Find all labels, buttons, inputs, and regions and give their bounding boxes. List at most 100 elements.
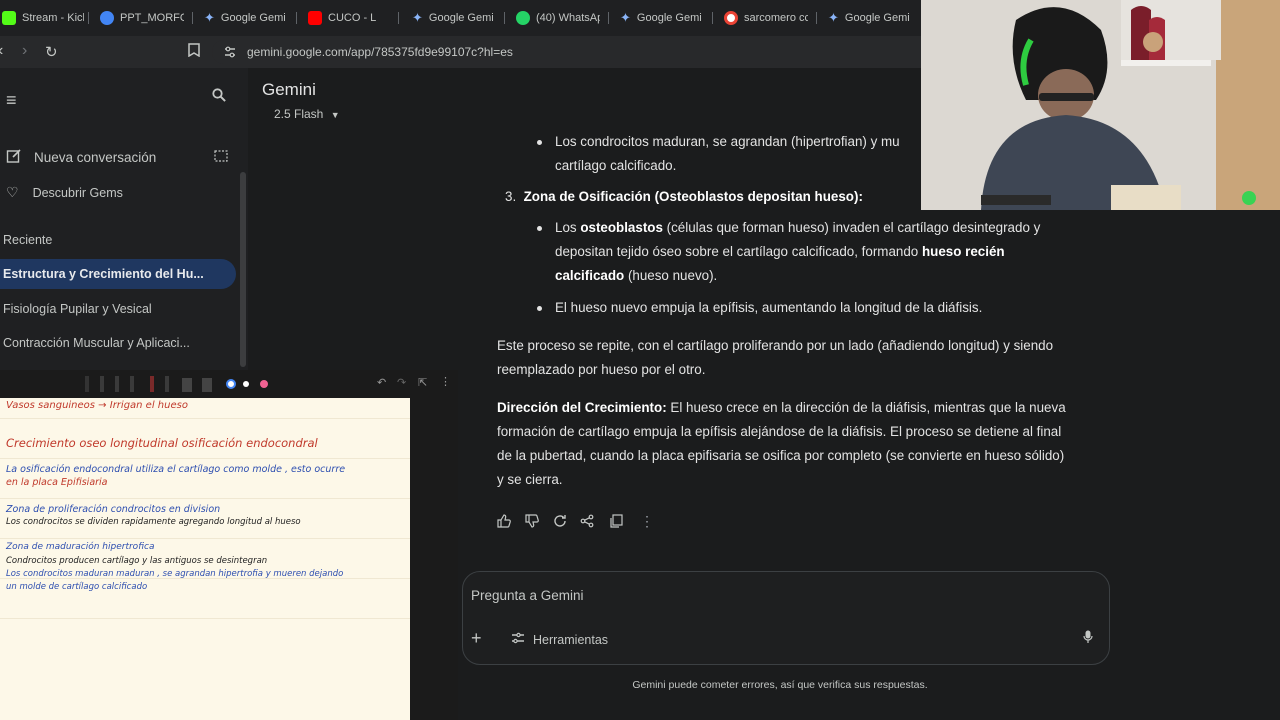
- more-options-icon[interactable]: ⋮: [640, 514, 654, 528]
- microphone-icon[interactable]: [1083, 630, 1093, 647]
- text-line: de la pubertad, cuando la placa epifisar…: [497, 448, 1065, 463]
- pen-tool-icon[interactable]: [115, 376, 119, 392]
- tools-icon: [511, 632, 525, 647]
- export-icon[interactable]: ⇱: [418, 376, 427, 389]
- prompt-input[interactable]: Pregunta a Gemini: [471, 588, 584, 603]
- notes-toolbar: ↶ ↷ ⇱ ⋮: [0, 370, 458, 398]
- sidebar: ≡ Nueva conversación ♡ Descubrir Gems Re…: [0, 68, 248, 370]
- color-swatch-icon[interactable]: [243, 381, 249, 387]
- chat-item[interactable]: Fisiología Pupilar y Vesical: [3, 302, 152, 316]
- thumbs-down-icon[interactable]: [525, 514, 539, 531]
- tab-divider: [296, 12, 297, 24]
- url-field[interactable]: gemini.google.com/app/785375fd9e99107c?h…: [212, 40, 972, 64]
- copy-icon[interactable]: [609, 514, 623, 531]
- text-line: formación de cartílago empuja la epífisi…: [497, 424, 1062, 439]
- ruled-line: [0, 618, 410, 619]
- tab-divider: [192, 12, 193, 24]
- tab-divider: [504, 12, 505, 24]
- pen-tool-icon[interactable]: [130, 376, 134, 392]
- whatsapp-icon: [516, 11, 530, 25]
- forward-arrow-icon[interactable]: ›: [22, 42, 27, 60]
- note-line: Los condrocitos se dividen rapidamente a…: [6, 517, 301, 527]
- undo-icon[interactable]: ↶: [377, 376, 386, 389]
- text-line: Este proceso se repite, con el cartílago…: [497, 338, 1054, 353]
- eraser-icon[interactable]: [182, 378, 192, 392]
- google-icon: [724, 11, 738, 25]
- text-line: Los condrocitos maduran, se agrandan (hi…: [555, 134, 900, 149]
- bookmark-icon[interactable]: [188, 43, 200, 60]
- regenerate-icon[interactable]: [553, 514, 567, 531]
- text-line: El hueso nuevo empuja la epífisis, aumen…: [555, 300, 983, 315]
- back-arrow-icon[interactable]: ‹: [0, 42, 3, 60]
- tools-button[interactable]: Herramientas: [511, 632, 608, 647]
- note-line: Vasos sanguineos → Irrigan el hueso: [6, 400, 188, 411]
- browser-tab[interactable]: (40) WhatsAp: [516, 6, 600, 30]
- menu-icon[interactable]: ≡: [6, 90, 17, 111]
- tab-divider: [608, 12, 609, 24]
- model-selector[interactable]: 2.5 Flash ▼: [268, 105, 346, 123]
- note-line: Zona de proliferación condrocitos en div…: [6, 504, 221, 515]
- chat-item[interactable]: Estructura y Crecimiento del Hu...: [3, 267, 204, 281]
- browser-tab[interactable]: CUCO - L: [308, 6, 390, 30]
- pen-tool-icon[interactable]: [100, 376, 104, 392]
- bullet: [537, 140, 542, 145]
- text-line: depositan tejido óseo sobre el cartílago…: [555, 244, 1005, 259]
- gemini-icon: ✦: [412, 10, 423, 25]
- browser-tab[interactable]: ✦ Google Gemi: [828, 6, 912, 30]
- reload-icon[interactable]: ↻: [45, 43, 58, 61]
- notes-sidebar: [410, 398, 458, 720]
- text-line: y se cierra.: [497, 472, 563, 487]
- note-line: La osificación endocondral utiliza el ca…: [6, 464, 346, 475]
- temporary-chat-icon[interactable]: [214, 149, 228, 168]
- note-line: Condrocitos producen cartílago y las ant…: [6, 556, 268, 566]
- text-line: reemplazado por hueso por el otro.: [497, 362, 706, 377]
- text-line: Los osteoblastos (células que forman hue…: [555, 220, 1041, 235]
- sidebar-scrollbar[interactable]: [240, 172, 246, 367]
- color-swatch-icon[interactable]: [226, 379, 236, 389]
- redo-icon[interactable]: ↷: [397, 376, 406, 389]
- note-line: un molde de cartílago calcificado: [6, 582, 148, 592]
- youtube-icon: [308, 11, 322, 25]
- tab-divider: [88, 12, 89, 24]
- note-line: en la placa Epifisiaria: [6, 477, 108, 488]
- prompt-box[interactable]: Pregunta a Gemini + Herramientas: [462, 571, 1110, 665]
- webcam-overlay: [921, 0, 1280, 210]
- tab-divider: [816, 12, 817, 24]
- browser-tab[interactable]: sarcomero cc: [724, 6, 808, 30]
- share-icon[interactable]: [580, 514, 594, 531]
- pen-tool-icon[interactable]: [85, 376, 89, 392]
- handwritten-notes: Vasos sanguineos → Irrigan el hueso Crec…: [0, 398, 410, 720]
- lasso-icon[interactable]: [202, 378, 212, 392]
- color-swatch-icon[interactable]: [260, 380, 268, 388]
- browser-tab[interactable]: ✦ Google Gemi: [412, 6, 496, 30]
- thumbs-up-icon[interactable]: [497, 514, 511, 531]
- pen-tool-icon[interactable]: [150, 376, 154, 392]
- gem-icon: ♡: [6, 184, 19, 200]
- new-chat-button[interactable]: Nueva conversación: [6, 148, 156, 167]
- browser-tab[interactable]: ✦ Google Gemi: [204, 6, 288, 30]
- ruled-line: [0, 458, 410, 459]
- ruled-line: [0, 498, 410, 499]
- text-line: calcificado (hueso nuevo).: [555, 268, 718, 283]
- app-title: Gemini: [262, 80, 316, 99]
- pen-tool-icon[interactable]: [165, 376, 169, 392]
- text-line: Dirección del Crecimiento: El hueso crec…: [497, 400, 1066, 415]
- browser-tab[interactable]: ✦ Google Gemi: [620, 6, 704, 30]
- bullet: [537, 306, 542, 311]
- site-info-icon[interactable]: [223, 45, 237, 64]
- powerpoint-icon: [100, 11, 114, 25]
- gemini-icon: ✦: [204, 10, 215, 25]
- note-line: Crecimiento oseo longitudinal osificació…: [6, 436, 318, 450]
- add-icon[interactable]: +: [471, 628, 482, 649]
- search-icon[interactable]: [212, 88, 226, 107]
- browser-tab[interactable]: Stream - Kick: [2, 6, 84, 30]
- chat-item[interactable]: Contracción Muscular y Aplicaci...: [3, 336, 190, 350]
- browser-tab[interactable]: PPT_MORFOI: [100, 6, 184, 30]
- gemini-icon: ✦: [828, 10, 839, 25]
- bullet: [537, 226, 542, 231]
- note-line: Zona de maduración hipertrofica: [6, 542, 155, 552]
- edit-icon: [6, 148, 22, 167]
- note-line: Los condrocitos maduran maduran , se agr…: [6, 569, 344, 579]
- more-options-icon[interactable]: ⋮: [440, 375, 451, 388]
- discover-gems-button[interactable]: ♡ Descubrir Gems: [6, 184, 123, 201]
